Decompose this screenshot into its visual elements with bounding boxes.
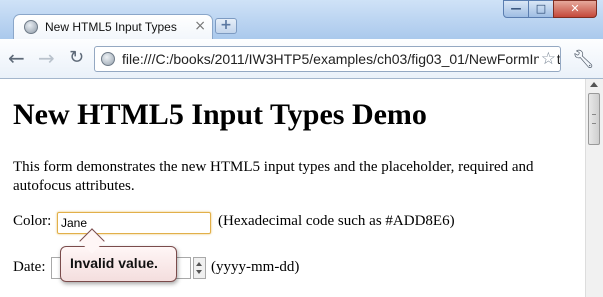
- tab-new-html5-input-types[interactable]: New HTML5 Input Types ×: [13, 14, 213, 40]
- validation-bubble: Invalid value.: [60, 246, 177, 282]
- color-input[interactable]: Jane: [57, 212, 211, 234]
- minimize-button[interactable]: —: [503, 0, 529, 18]
- date-hint: (yyyy-mm-dd): [211, 259, 300, 275]
- maximize-button[interactable]: □: [528, 0, 554, 18]
- date-label: Date:: [13, 259, 46, 275]
- tab-title: New HTML5 Input Types: [45, 20, 177, 34]
- date-spinner[interactable]: [193, 257, 206, 279]
- reload-icon[interactable]: ↻: [69, 48, 84, 68]
- browser-window: New HTML5 Input Types × + — □ ✕ ← → ↻ fi…: [0, 0, 603, 297]
- address-bar[interactable]: file:///C:/books/2011/IW3HTP5/examples/c…: [94, 46, 561, 72]
- bookmark-star-icon[interactable]: ☆: [538, 49, 556, 69]
- intro-paragraph: This form demonstrates the new HTML5 inp…: [13, 159, 534, 194]
- scrollbar-thumb[interactable]: [588, 93, 600, 145]
- page-title: New HTML5 Input Types Demo: [13, 98, 427, 131]
- tab-close-icon[interactable]: ×: [194, 18, 206, 34]
- forward-arrow-icon[interactable]: →: [38, 48, 55, 68]
- tab-strip: New HTML5 Input Types × + — □ ✕: [0, 0, 603, 40]
- spinner-up-icon[interactable]: [196, 262, 202, 266]
- validation-message: Invalid value.: [70, 255, 158, 271]
- color-label: Color:: [13, 213, 52, 229]
- wrench-menu-icon[interactable]: 🔧︎: [572, 49, 595, 70]
- page-favicon-icon: [24, 20, 38, 34]
- close-window-button[interactable]: ✕: [553, 0, 597, 18]
- new-tab-button[interactable]: +: [215, 18, 237, 34]
- browser-toolbar: ← → ↻ file:///C:/books/2011/IW3HTP5/exam…: [0, 39, 603, 79]
- vertical-scrollbar[interactable]: [585, 79, 603, 297]
- scroll-up-arrow-icon[interactable]: [590, 82, 598, 87]
- window-controls: — □ ✕: [503, 0, 597, 20]
- page-globe-icon: [101, 52, 115, 66]
- color-hint: (Hexadecimal code such as #ADD8E6): [218, 213, 455, 229]
- spinner-down-icon[interactable]: [196, 270, 202, 274]
- back-arrow-icon[interactable]: ←: [8, 48, 25, 68]
- address-url: file:///C:/books/2011/IW3HTP5/examples/c…: [122, 51, 561, 67]
